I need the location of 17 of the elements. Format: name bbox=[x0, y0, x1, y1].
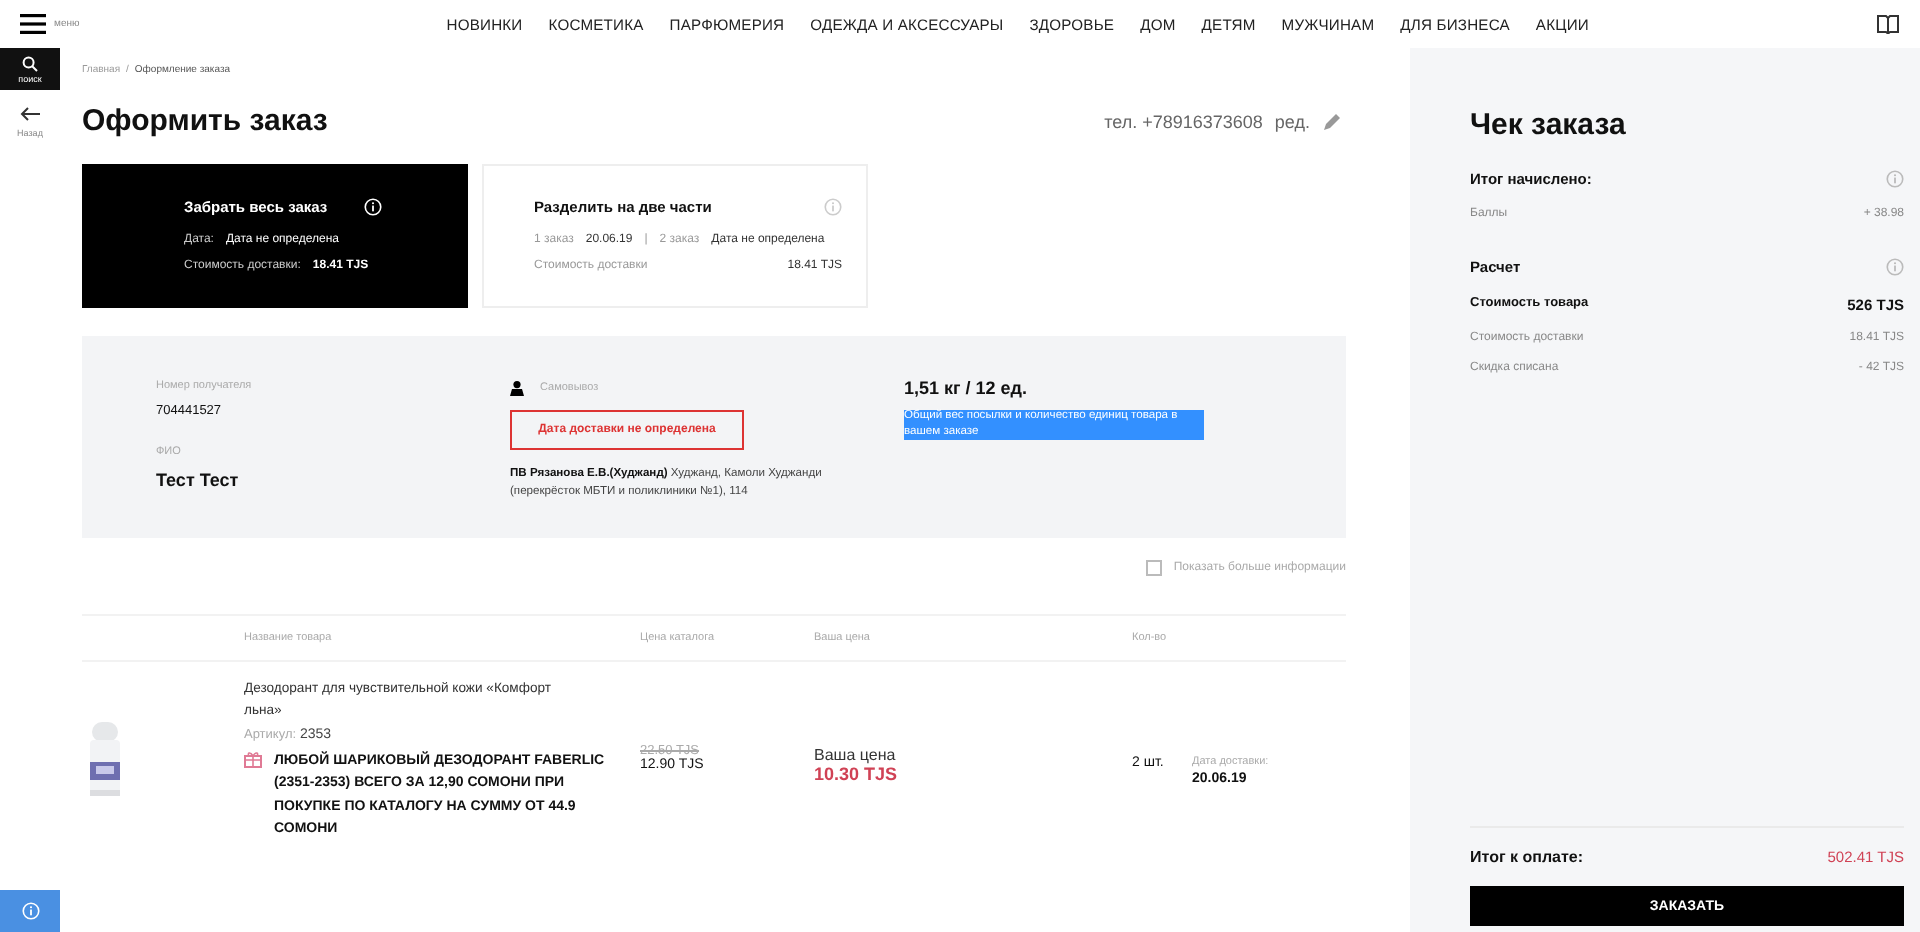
total-label: Итог к оплате: bbox=[1470, 848, 1584, 866]
menu-icon[interactable] bbox=[20, 14, 46, 34]
pencil-icon[interactable] bbox=[1322, 111, 1342, 131]
your-price-label: Ваша цена bbox=[814, 746, 896, 764]
back-arrow-icon[interactable] bbox=[20, 106, 40, 122]
recipient-name: Тест Тест bbox=[156, 470, 241, 490]
panel-title: Чек заказа bbox=[1470, 108, 1628, 142]
help-button[interactable] bbox=[0, 890, 60, 932]
your-price: 10.30 TJS bbox=[814, 764, 900, 784]
search-icon bbox=[22, 55, 38, 71]
show-more-checkbox[interactable] bbox=[1145, 560, 1162, 576]
phone-number: тел. +78916373608 bbox=[1104, 111, 1263, 131]
parcel-weight: 1,51 кг / 12 ед. bbox=[904, 378, 1030, 398]
edit-link[interactable]: ред. bbox=[1274, 111, 1310, 131]
gift-icon bbox=[244, 749, 262, 768]
page-title: Оформить заказ bbox=[82, 104, 328, 138]
book-icon[interactable] bbox=[1876, 14, 1900, 34]
